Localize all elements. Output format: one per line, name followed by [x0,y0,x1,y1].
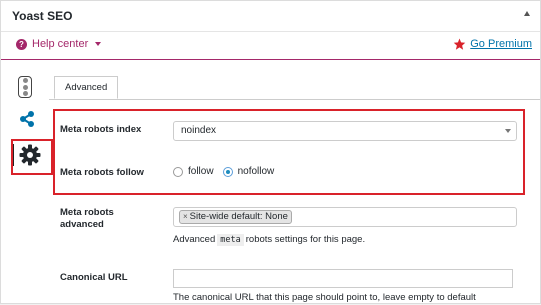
go-premium-label: Go Premium [470,38,532,50]
canonical-url-input[interactable] [173,269,513,288]
meta-robots-advanced-label: Meta robots advanced [60,207,114,230]
remove-tag-icon[interactable]: × [183,210,188,224]
tab-strip: Advanced [49,76,540,100]
highlight-advanced-tab [11,139,53,175]
site-wide-default-tag: × Site-wide default: None [179,210,292,224]
collapse-toggle-icon[interactable] [524,11,530,16]
meta-robots-advanced-field[interactable]: × Site-wide default: None [173,207,517,227]
tab-social[interactable] [18,110,36,133]
side-tab-nav [1,59,49,305]
question-mark-icon: ? [16,38,27,50]
metabox-header[interactable]: Yoast SEO [1,1,540,32]
tab-readability[interactable] [18,76,32,98]
share-icon [20,111,34,127]
highlight-robots-settings [53,109,525,195]
tab-advanced-top[interactable]: Advanced [54,76,119,99]
yoast-seo-metabox: Yoast SEO ? Help center Go Premium Advan… [0,0,541,304]
metabox-title: Yoast SEO [12,9,73,23]
traffic-light-icon [18,76,32,98]
help-center-button[interactable]: ? Help center [16,38,102,50]
help-row: ? Help center Go Premium [1,32,540,60]
meta-code: meta [217,234,244,246]
meta-robots-advanced-help: Advanced meta robots settings for this pag… [173,234,366,246]
tag-label: Site-wide default: None [189,211,288,222]
caret-down-icon [95,42,102,46]
canonical-url-help: The canonical URL that this page should … [173,292,476,303]
help-center-label: Help center [32,38,89,50]
canonical-url-label: Canonical URL [60,272,128,283]
star-icon [454,38,466,50]
go-premium-link[interactable]: Go Premium [453,38,532,50]
